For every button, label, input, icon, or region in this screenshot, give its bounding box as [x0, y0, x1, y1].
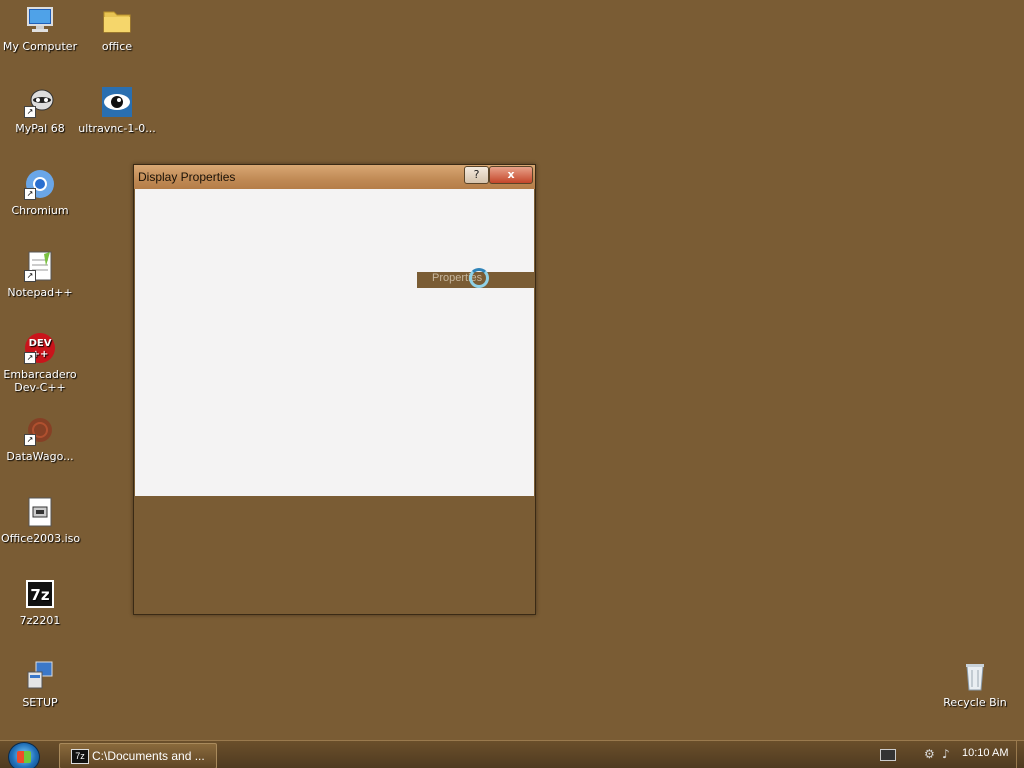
desktop-icon-devcpp[interactable]: DEV ++ ↗ Embarcadero Dev-C++ — [1, 332, 79, 394]
icon-label: MyPal 68 — [15, 122, 65, 135]
windows-logo-icon — [17, 751, 31, 763]
shortcut-arrow-icon: ↗ — [24, 434, 36, 446]
desktop-icon-ultravnc[interactable]: ultravnc-1-0... — [78, 86, 156, 135]
computer-icon — [24, 4, 56, 36]
shortcut-arrow-icon: ↗ — [24, 352, 36, 364]
desktop-icon-datawagon[interactable]: ↗ DataWago... — [1, 414, 79, 463]
recycle-bin-icon — [959, 660, 991, 692]
svg-text:7z: 7z — [30, 586, 49, 604]
desktop-icon-setup[interactable]: SETUP — [1, 660, 79, 709]
dialog-content — [135, 189, 534, 496]
close-button[interactable]: x — [489, 166, 533, 184]
taskbar: 7z C:\Documents and ... ⚙ ♪ 10:10 AM — [0, 740, 1024, 768]
shortcut-arrow-icon: ↗ — [24, 188, 36, 200]
icon-label: Office2003.iso — [1, 532, 81, 545]
icon-label: SETUP — [22, 696, 58, 709]
icon-label: Chromium — [11, 204, 69, 217]
clock[interactable]: 10:10 AM — [962, 747, 1008, 759]
folder-icon — [101, 4, 133, 36]
svg-text:DEV: DEV — [29, 338, 52, 349]
chromium-icon: ↗ — [24, 168, 56, 200]
iso-file-icon — [24, 496, 56, 528]
icon-label: Notepad++ — [7, 286, 73, 299]
network-icon[interactable]: ⚙ — [924, 747, 938, 761]
desktop-icon-office[interactable]: office — [78, 4, 156, 53]
loading-spinner-icon — [469, 268, 489, 288]
icon-label: Embarcadero Dev-C++ — [3, 368, 77, 394]
devcpp-icon: DEV ++ ↗ — [24, 332, 56, 364]
taskbar-item-7zip-window[interactable]: 7z C:\Documents and ... — [59, 743, 217, 768]
sevenzip-icon: 7z — [24, 578, 56, 610]
desktop-icon-recycle-bin[interactable]: Recycle Bin — [936, 660, 1014, 709]
notepad-plus-icon: ↗ — [24, 250, 56, 282]
icon-label: office — [101, 40, 133, 53]
desktop: My Computer office ↗ MyPal 68 ultravnc-1… — [0, 0, 1024, 740]
eye-icon — [101, 86, 133, 118]
sevenzip-icon: 7z — [71, 749, 89, 764]
keyboard-icon[interactable] — [880, 749, 896, 761]
taskbar-item-label: C:\Documents and ... — [92, 749, 205, 763]
setup-icon — [24, 660, 56, 692]
dialog-title: Display Properties — [138, 170, 236, 184]
icon-label: My Computer — [2, 40, 78, 53]
shortcut-arrow-icon: ↗ — [24, 106, 36, 118]
desktop-icon-my-computer[interactable]: My Computer — [1, 4, 79, 53]
dialog-titlebar[interactable]: Display Properties ? x — [134, 165, 535, 189]
raccoon-browser-icon: ↗ — [24, 86, 56, 118]
show-desktop-button[interactable] — [1016, 741, 1024, 768]
datawagon-icon: ↗ — [24, 414, 56, 446]
desktop-icon-notepadpp[interactable]: ↗ Notepad++ — [1, 250, 79, 299]
display-properties-dialog[interactable]: Display Properties ? x Properties — [133, 164, 536, 615]
icon-label: Recycle Bin — [943, 696, 1007, 709]
shortcut-arrow-icon: ↗ — [24, 270, 36, 282]
desktop-icon-mypal[interactable]: ↗ MyPal 68 — [1, 86, 79, 135]
start-button[interactable] — [8, 742, 40, 768]
desktop-icon-chromium[interactable]: ↗ Chromium — [1, 168, 79, 217]
desktop-icon-7z2201[interactable]: 7z 7z2201 — [1, 578, 79, 627]
icon-label: DataWago... — [6, 450, 74, 463]
help-button[interactable]: ? — [464, 166, 489, 184]
volume-icon[interactable]: ♪ — [942, 747, 956, 761]
desktop-icon-office2003-iso[interactable]: Office2003.iso — [1, 496, 81, 545]
icon-label: ultravnc-1-0... — [78, 122, 156, 135]
icon-label: 7z2201 — [19, 614, 61, 627]
